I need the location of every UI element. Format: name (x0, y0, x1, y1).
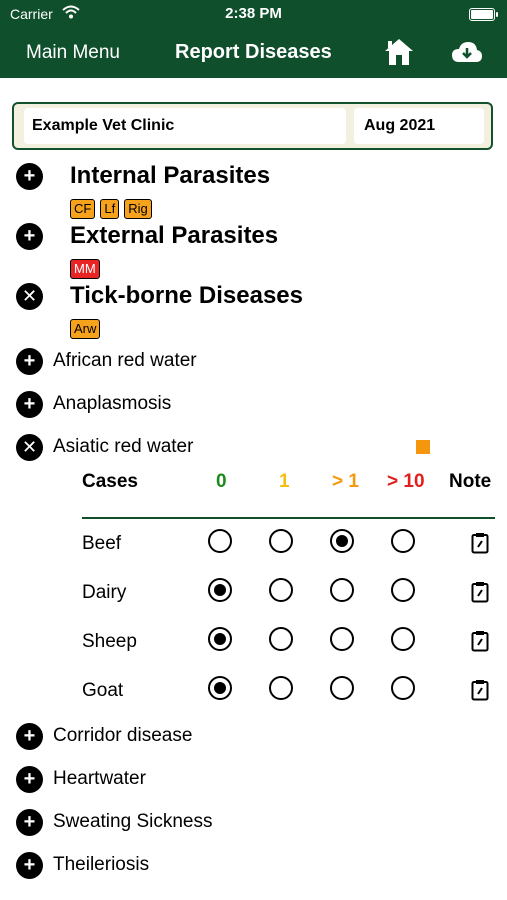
note-icon[interactable] (471, 630, 489, 657)
radio-cases-gt10[interactable] (391, 627, 415, 651)
radio-cases-1[interactable] (269, 578, 293, 602)
level-gt1-header: > 1 (332, 471, 359, 492)
radio-cases-1[interactable] (269, 676, 293, 700)
clinic-selector-bar: Example Vet Clinic Aug 2021 (12, 102, 493, 150)
expand-icon[interactable]: + (16, 348, 43, 375)
status-bar: Carrier 2:38 PM (0, 0, 507, 28)
disease-item-anaplasmosis[interactable]: Anaplasmosis (53, 393, 171, 415)
disease-item-corridor-disease[interactable]: Corridor disease (53, 725, 192, 747)
expand-icon[interactable]: + (16, 223, 43, 250)
reported-indicator (416, 440, 430, 454)
clinic-name-field[interactable]: Example Vet Clinic (24, 108, 346, 144)
cases-header: Cases (82, 471, 138, 492)
badge-list: Arw (70, 319, 101, 339)
badge-list: CF Lf Rig (70, 199, 152, 219)
species-label: Goat (82, 680, 124, 701)
expand-icon[interactable]: + (16, 391, 43, 418)
level-gt10-header: > 10 (387, 471, 425, 492)
radio-cases-gt10[interactable] (391, 676, 415, 700)
group-title-internal-parasites[interactable]: Internal Parasites (70, 162, 270, 190)
disease-item-sweating-sickness[interactable]: Sweating Sickness (53, 811, 212, 833)
expand-icon[interactable]: + (16, 852, 43, 879)
disease-item-theileriosis[interactable]: Theileriosis (53, 854, 149, 876)
radio-cases-gt1[interactable] (330, 529, 354, 553)
disease-item-heartwater[interactable]: Heartwater (53, 768, 146, 790)
battery-icon (469, 8, 498, 21)
radio-cases-0[interactable] (208, 578, 232, 602)
note-icon[interactable] (471, 679, 489, 706)
month-field[interactable]: Aug 2021 (354, 108, 484, 144)
expand-icon[interactable]: + (16, 809, 43, 836)
radio-cases-1[interactable] (269, 529, 293, 553)
level-0-header: 0 (216, 471, 227, 492)
disease-badge: Arw (70, 319, 101, 339)
badge-list: MM (70, 259, 100, 279)
species-label: Beef (82, 533, 122, 554)
radio-cases-gt10[interactable] (391, 529, 415, 553)
home-icon[interactable] (384, 38, 414, 71)
disease-badge: Rig (124, 199, 152, 219)
page-title: Report Diseases (175, 41, 332, 63)
disease-item-african-red-water[interactable]: African red water (53, 350, 197, 372)
disease-badge: CF (70, 199, 96, 219)
note-icon[interactable] (471, 532, 489, 559)
radio-cases-gt1[interactable] (330, 627, 354, 651)
main-menu-button[interactable]: Main Menu (26, 42, 120, 64)
expand-icon[interactable]: + (16, 163, 43, 190)
radio-cases-gt1[interactable] (330, 676, 354, 700)
expand-icon[interactable]: + (16, 723, 43, 750)
species-label: Dairy (82, 582, 127, 603)
group-title-tick-borne-diseases[interactable]: Tick-borne Diseases (70, 282, 303, 310)
disease-item-asiatic-red-water[interactable]: Asiatic red water (53, 436, 193, 458)
collapse-icon[interactable]: ✕ (16, 434, 43, 461)
navigation-bar: Main Menu Report Diseases (0, 28, 507, 78)
collapse-icon[interactable]: ✕ (16, 283, 43, 310)
radio-cases-1[interactable] (269, 627, 293, 651)
species-label: Sheep (82, 631, 137, 652)
status-time: 2:38 PM (225, 5, 282, 22)
radio-cases-0[interactable] (208, 676, 232, 700)
level-1-header: 1 (279, 471, 290, 492)
cloud-download-icon[interactable] (451, 40, 483, 69)
expand-icon[interactable]: + (16, 766, 43, 793)
note-header: Note (449, 471, 492, 492)
radio-cases-0[interactable] (208, 529, 232, 553)
disease-badge: MM (70, 259, 100, 279)
note-icon[interactable] (471, 581, 489, 608)
group-title-external-parasites[interactable]: External Parasites (70, 222, 278, 250)
header-divider (82, 517, 495, 519)
disease-badge: Lf (100, 199, 120, 219)
radio-cases-gt1[interactable] (330, 578, 354, 602)
radio-cases-gt10[interactable] (391, 578, 415, 602)
radio-cases-0[interactable] (208, 627, 232, 651)
